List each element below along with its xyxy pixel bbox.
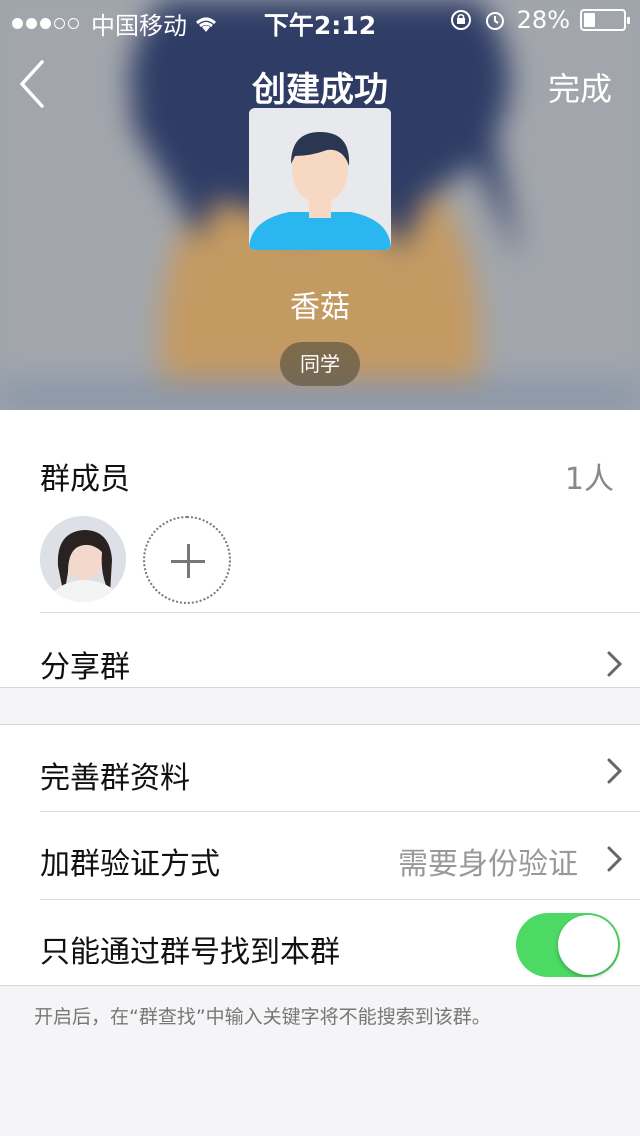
- group-header: 中国移动 下午2:12 28% 创建成功 完成 香菇 同学: [0, 0, 640, 410]
- group-avatar[interactable]: [249, 108, 391, 250]
- default-person-avatar-icon: [249, 108, 391, 250]
- members-card: 群成员 1人 分享群: [0, 410, 640, 688]
- battery-icon: [580, 9, 630, 31]
- rotation-lock-icon: [450, 10, 471, 30]
- page-title: 创建成功: [252, 70, 388, 110]
- join-method-value: 需要身份验证: [398, 847, 578, 882]
- member-avatar[interactable]: [40, 516, 126, 602]
- add-member-button[interactable]: [143, 516, 231, 604]
- member-photo: [40, 516, 126, 602]
- divider: [40, 811, 640, 812]
- search-only-toggle[interactable]: [516, 913, 620, 977]
- chevron-right-icon: [607, 651, 623, 677]
- footnote-text: 开启后，在“群查找”中输入关键字将不能搜索到该群。: [34, 1006, 491, 1028]
- search-only-label: 只能通过群号找到本群: [40, 935, 340, 970]
- members-label: 群成员: [40, 462, 130, 497]
- divider: [40, 612, 640, 613]
- share-group-label[interactable]: 分享群: [40, 642, 130, 686]
- battery-percent: 28%: [516, 6, 570, 34]
- status-bar: 中国移动 下午2:12 28%: [0, 0, 640, 40]
- toggle-knob: [558, 915, 618, 975]
- chevron-right-icon: [607, 846, 623, 872]
- chevron-right-icon: [607, 758, 623, 784]
- join-method-label[interactable]: 加群验证方式: [40, 839, 220, 883]
- group-name: 香菇: [290, 290, 350, 325]
- settings-card: 完善群资料 加群验证方式 需要身份验证 只能通过群号找到本群: [0, 724, 640, 986]
- alarm-icon: [485, 12, 504, 30]
- divider: [40, 899, 640, 900]
- members-count: 1人: [564, 462, 614, 497]
- done-button[interactable]: 完成: [548, 64, 612, 110]
- improve-profile-label[interactable]: 完善群资料: [40, 753, 190, 797]
- group-tag-chip[interactable]: 同学: [280, 342, 360, 386]
